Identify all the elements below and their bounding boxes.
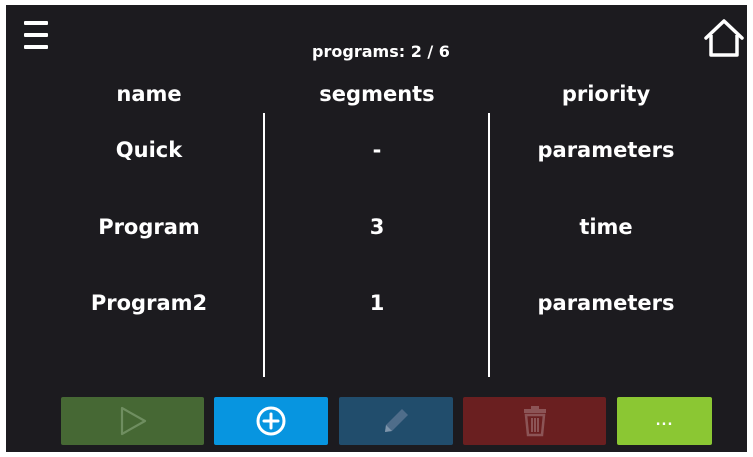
program-priority-cell[interactable]: time xyxy=(506,215,706,239)
column-header-priority: priority xyxy=(561,82,651,106)
program-list-screen: programs: 2 / 6 name segments priority Q… xyxy=(6,5,747,452)
more-options-label: ... xyxy=(655,413,674,429)
hamburger-menu-icon-line xyxy=(24,45,48,49)
program-priority-cell[interactable]: parameters xyxy=(506,291,706,315)
plus-circle-icon xyxy=(256,406,286,436)
play-icon xyxy=(120,406,146,436)
column-divider xyxy=(488,113,490,377)
column-header-name: name xyxy=(116,82,182,106)
home-button[interactable] xyxy=(703,17,745,59)
add-program-button[interactable] xyxy=(214,397,328,445)
program-name-cell[interactable]: Quick xyxy=(64,138,234,162)
hamburger-menu-icon xyxy=(24,21,48,25)
more-options-button[interactable]: ... xyxy=(617,397,712,445)
menu-button[interactable] xyxy=(24,21,48,49)
trash-icon xyxy=(523,406,546,437)
program-name-cell[interactable]: Program xyxy=(64,215,234,239)
delete-program-button[interactable] xyxy=(463,397,606,445)
edit-program-button[interactable] xyxy=(339,397,453,445)
program-segments-cell[interactable]: - xyxy=(282,138,472,162)
program-segments-cell[interactable]: 1 xyxy=(282,291,472,315)
program-name-cell[interactable]: Program2 xyxy=(64,291,234,315)
hamburger-menu-icon-line xyxy=(24,33,48,37)
start-program-button[interactable] xyxy=(61,397,204,445)
home-icon xyxy=(704,19,744,57)
programs-count-title: programs: 2 / 6 xyxy=(312,42,450,61)
column-header-segments: segments xyxy=(319,82,435,106)
program-segments-cell[interactable]: 3 xyxy=(282,215,472,239)
column-divider xyxy=(263,113,265,377)
pencil-icon xyxy=(385,409,408,432)
program-priority-cell[interactable]: parameters xyxy=(506,138,706,162)
